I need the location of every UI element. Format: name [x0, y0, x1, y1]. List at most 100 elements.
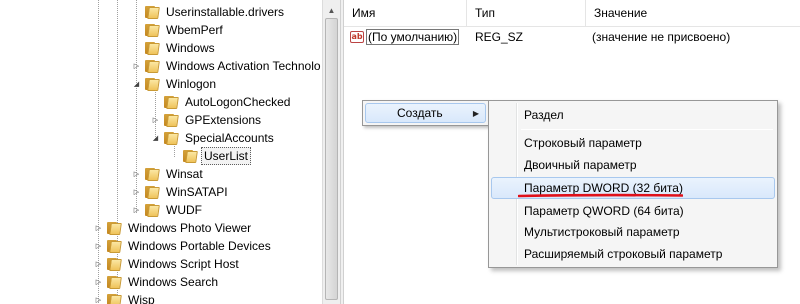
tree-item[interactable]: ▷ Winsat [132, 165, 206, 183]
folder-icon [144, 59, 160, 73]
submenu-item-label: Двоичный параметр [524, 158, 637, 172]
cell-name: ab (По умолчанию) [344, 29, 467, 45]
collapse-arrow-icon[interactable]: ◢ [132, 75, 141, 93]
create-submenu: Раздел Строковый параметр Двоичный парам… [488, 100, 778, 268]
scrollbar-thumb[interactable] [325, 18, 338, 300]
tree-item-label: Userinstallable.drivers [166, 5, 285, 19]
tree-vertical-scrollbar[interactable]: ▲ [322, 0, 340, 304]
tree-item-label: WinSATAPI [166, 185, 228, 199]
submenu-item-label: Параметр QWORD (64 бита) [524, 204, 684, 218]
tree-item-label: UserList [201, 147, 252, 165]
expand-arrow-icon[interactable]: ▷ [94, 255, 103, 273]
tree-item-label: Winlogon [166, 77, 217, 91]
expand-arrow-icon[interactable]: ▷ [94, 273, 103, 291]
list-row[interactable]: ab (По умолчанию) REG_SZ (значение не пр… [344, 28, 800, 46]
expand-arrow-icon[interactable]: ▷ [94, 237, 103, 255]
tree-item-label: Windows Search [128, 275, 219, 289]
tree-item[interactable]: ▷ Windows Activation Technolo [132, 57, 322, 75]
expand-arrow-icon[interactable]: ▷ [132, 165, 141, 183]
submenu-item-label: Параметр DWORD (32 бита) [524, 181, 683, 195]
expander-icon [170, 147, 179, 165]
context-menu: Создать ▶ [362, 100, 489, 126]
tree-item[interactable]: ▷ Windows Portable Devices [94, 237, 274, 255]
folder-icon [163, 113, 179, 127]
submenu-arrow-icon: ▶ [472, 108, 479, 118]
tree-item-label: GPExtensions [185, 113, 262, 127]
folder-icon [163, 95, 179, 109]
folder-icon [106, 257, 122, 271]
tree-item[interactable]: Userinstallable.drivers [132, 3, 287, 21]
folder-open-icon [163, 131, 179, 145]
submenu-item-binary[interactable]: Двоичный параметр [491, 154, 775, 176]
tree-item[interactable]: ◢ SpecialAccounts [151, 129, 277, 147]
registry-tree[interactable]: Userinstallable.drivers WbemPerf Windows… [0, 0, 322, 304]
tree-item-label: Windows Script Host [128, 257, 239, 271]
expand-arrow-icon[interactable]: ▷ [132, 183, 141, 201]
expand-arrow-icon[interactable]: ▷ [132, 201, 141, 219]
collapse-arrow-icon[interactable]: ◢ [151, 129, 160, 147]
column-header-name[interactable]: Имя [344, 0, 467, 27]
tree-item-label: Windows Photo Viewer [128, 221, 252, 235]
submenu-item-label: Расширяемый строковый параметр [524, 247, 723, 261]
folder-icon [106, 275, 122, 289]
tree-item[interactable]: Windows [132, 39, 218, 57]
tree-item[interactable]: AutoLogonChecked [151, 93, 293, 111]
tree-item-label: Windows Activation Technolo [166, 59, 321, 73]
submenu-item-label: Раздел [524, 108, 564, 122]
tree-item-label: Windows [166, 41, 215, 55]
cell-value: (значение не присвоено) [592, 30, 731, 44]
folder-open-icon [144, 77, 160, 91]
value-name: (По умолчанию) [366, 29, 460, 45]
folder-icon [144, 185, 160, 199]
folder-icon [144, 5, 160, 19]
tree-item[interactable]: ▷ WUDF [132, 201, 205, 219]
submenu-item-label: Строковый параметр [524, 136, 642, 150]
menu-separator [521, 129, 773, 130]
expand-arrow-icon[interactable]: ▷ [94, 291, 103, 304]
tree-item-selected[interactable]: UserList [170, 147, 252, 165]
expand-arrow-icon[interactable]: ▷ [132, 57, 141, 75]
folder-icon [144, 23, 160, 37]
expander-icon [132, 3, 141, 21]
tree-item-label: Windows Portable Devices [128, 239, 271, 253]
folder-icon [106, 239, 122, 253]
submenu-item-dword[interactable]: Параметр DWORD (32 бита) [491, 177, 775, 199]
tree-item[interactable]: ▷ Wisp [94, 291, 158, 304]
folder-icon [182, 149, 198, 163]
expander-icon [132, 39, 141, 57]
tree-item-label: SpecialAccounts [185, 131, 274, 145]
submenu-item-expandable-string[interactable]: Расширяемый строковый параметр [491, 243, 775, 265]
folder-icon [144, 167, 160, 181]
submenu-item-string[interactable]: Строковый параметр [491, 132, 775, 154]
submenu-item-qword[interactable]: Параметр QWORD (64 бита) [491, 200, 775, 222]
folder-icon [144, 203, 160, 217]
tree-item-label: WbemPerf [166, 23, 223, 37]
folder-icon [106, 221, 122, 235]
scroll-up-arrow-icon[interactable]: ▲ [323, 3, 340, 17]
tree-item[interactable]: ▷ Windows Script Host [94, 255, 242, 273]
submenu-item-label: Мультистроковый параметр [524, 225, 680, 239]
expander-icon [132, 21, 141, 39]
folder-icon [144, 41, 160, 55]
column-header-value[interactable]: Значение [586, 0, 800, 27]
cell-type: REG_SZ [475, 30, 524, 44]
expander-icon [151, 93, 160, 111]
menu-item-label: Создать [397, 106, 443, 120]
menu-item-create[interactable]: Создать ▶ [365, 103, 486, 123]
tree-item[interactable]: ▷ WinSATAPI [132, 183, 231, 201]
tree-item[interactable]: ▷ Windows Search [94, 273, 221, 291]
tree-item[interactable]: ▷ GPExtensions [151, 111, 264, 129]
tree-item[interactable]: WbemPerf [132, 21, 226, 39]
submenu-item-multistring[interactable]: Мультистроковый параметр [491, 221, 775, 243]
folder-icon [106, 293, 122, 304]
expand-arrow-icon[interactable]: ▷ [94, 219, 103, 237]
string-value-icon: ab [350, 31, 364, 43]
tree-item[interactable]: ▷ Windows Photo Viewer [94, 219, 254, 237]
list-header: Имя Тип Значение [344, 0, 800, 27]
column-header-type[interactable]: Тип [467, 0, 586, 27]
tree-item-label: Winsat [166, 167, 203, 181]
tree-item[interactable]: ◢ Winlogon [132, 75, 219, 93]
submenu-item-key[interactable]: Раздел [491, 104, 775, 126]
expand-arrow-icon[interactable]: ▷ [151, 111, 160, 129]
tree-item-label: Wisp [128, 293, 155, 304]
